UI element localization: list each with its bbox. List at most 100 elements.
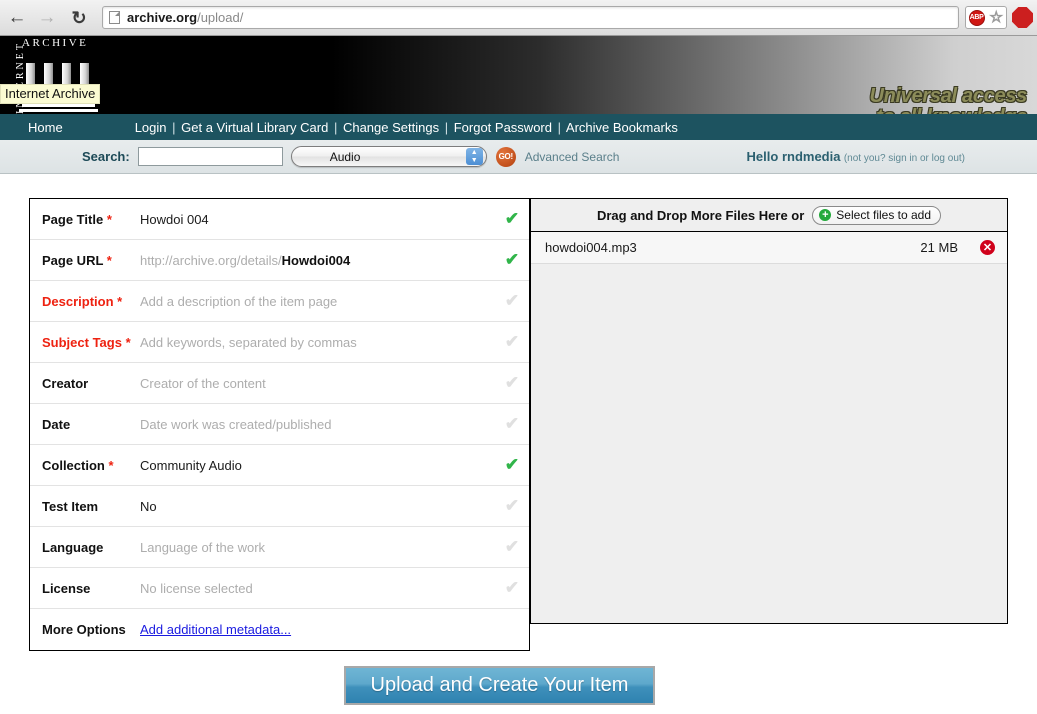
field-value-subject-tags[interactable]: Add keywords, separated by commas (140, 335, 495, 350)
field-label-more-options: More Options (42, 622, 126, 637)
advanced-search-link[interactable]: Advanced Search (525, 150, 620, 164)
field-label-page-title: Page Title * (30, 212, 140, 227)
page-document-icon (109, 11, 120, 24)
search-scope-select[interactable]: Audio ▲ ▼ (290, 146, 487, 167)
valid-check-icon: ✔ (504, 414, 520, 433)
chrome-extension-group: ABP ☆ (964, 6, 1007, 29)
form-row-creator[interactable]: Creator Creator of the content ✔ (30, 363, 529, 404)
form-row-test-item[interactable]: Test Item No ✔ (30, 486, 529, 527)
form-row-page-url[interactable]: Page URL * http://archive.org/details/Ho… (30, 240, 529, 281)
upload-panel[interactable]: Drag and Drop More Files Here or + Selec… (530, 198, 1008, 624)
field-label-test-item: Test Item (42, 498, 99, 514)
field-label-text: Page Title (42, 211, 104, 227)
stop-octagon-icon[interactable] (1012, 7, 1033, 28)
valid-check-icon: ✔ (504, 578, 520, 597)
file-size: 21 MB (920, 240, 958, 255)
form-row-page-title[interactable]: Page Title * Howdoi 004 ✔ (30, 199, 529, 240)
subnav-separator: | (557, 119, 561, 135)
field-value-collection[interactable]: Community Audio (140, 458, 495, 473)
form-row-subject-tags[interactable]: Subject Tags * Add keywords, separated b… (30, 322, 529, 363)
field-value-creator[interactable]: Creator of the content (140, 376, 495, 391)
browser-chrome: ← → ↻ archive.org/upload/ ABP ☆ (0, 0, 1037, 36)
field-label-page-url: Page URL * (30, 253, 140, 268)
subnav-separator: | (172, 119, 176, 135)
field-value-test-item[interactable]: No (140, 499, 495, 514)
valid-check-icon: ✔ (504, 250, 520, 269)
bookmark-star-icon[interactable]: ☆ (989, 10, 1003, 26)
page-url-prefix: http://archive.org/details/ (140, 252, 282, 268)
user-greeting-note[interactable]: (not you? sign in or log out) (844, 153, 965, 164)
file-name: howdoi004.mp3 (545, 240, 637, 255)
subnav-item-forgot-password[interactable]: Forgot Password (454, 120, 552, 135)
search-input[interactable] (137, 147, 283, 166)
site-header: ARCHIVE INTERNET Internet Archive Web Vi… (0, 36, 1037, 114)
form-row-more-options[interactable]: More Options Add additional metadata... (30, 609, 529, 650)
url-path: /upload/ (197, 10, 244, 25)
form-row-collection[interactable]: Collection * Community Audio ✔ (30, 445, 529, 486)
field-value-license[interactable]: No license selected (140, 581, 495, 596)
address-bar[interactable]: archive.org/upload/ (102, 6, 959, 29)
required-star: * (125, 334, 131, 350)
search-scope-value: Audio (329, 149, 361, 164)
logo-base (22, 104, 95, 107)
form-row-description[interactable]: Description * Add a description of the i… (30, 281, 529, 322)
field-label-license: License (42, 580, 91, 596)
subnav-item-change-settings[interactable]: Change Settings (343, 120, 439, 135)
field-label-collection: Collection * (30, 458, 140, 473)
subnav-separator: | (444, 119, 449, 135)
valid-check-icon: ✔ (504, 455, 520, 474)
upload-and-create-button[interactable]: Upload and Create Your Item (344, 666, 655, 705)
field-label-text: Collection (42, 457, 105, 473)
valid-check-icon: ✔ (504, 209, 520, 228)
valid-check-icon: ✔ (504, 537, 520, 556)
field-label-description: Description * (30, 294, 140, 309)
form-row-license[interactable]: License No license selected ✔ (30, 568, 529, 609)
drag-drop-instruction: Drag and Drop More Files Here or (596, 207, 805, 223)
subnav-item-home[interactable]: Home (28, 120, 63, 135)
form-row-language[interactable]: Language Language of the work ✔ (30, 527, 529, 568)
field-value-description[interactable]: Add a description of the item page (140, 294, 495, 309)
remove-file-icon[interactable]: ✕ (980, 240, 995, 255)
field-value-more-options: Add additional metadata... (140, 622, 495, 637)
subnav-item-login[interactable]: Login (135, 120, 167, 135)
back-icon[interactable]: ← (4, 5, 30, 31)
valid-check-icon: ✔ (504, 332, 520, 351)
add-additional-metadata-link[interactable]: Add additional metadata... (140, 622, 291, 637)
field-label-text: Subject Tags (42, 334, 122, 350)
logo-base (19, 109, 98, 112)
field-value-language[interactable]: Language of the work (140, 540, 495, 555)
tagline-line-1: Universal access (869, 85, 1027, 107)
reload-icon[interactable]: ↻ (66, 5, 92, 31)
subnav-item-archive-bookmarks[interactable]: Archive Bookmarks (566, 120, 678, 135)
tagline-line-2: to all knowledge (869, 106, 1027, 114)
file-list-item: howdoi004.mp3 21 MB ✕ (531, 232, 1007, 264)
url-host: archive.org (127, 10, 198, 25)
subnav-item-library-card[interactable]: Get a Virtual Library Card (181, 120, 328, 135)
search-label: Search: (82, 149, 130, 164)
form-row-date[interactable]: Date Date work was created/published ✔ (30, 404, 529, 445)
subnav-links: Login | Get a Virtual Library Card | Cha… (135, 120, 678, 135)
select-files-button[interactable]: + Select files to add (812, 205, 942, 225)
field-value-date[interactable]: Date work was created/published (140, 417, 495, 432)
logo-tooltip: Internet Archive (0, 84, 101, 104)
site-tagline: Universal access to all knowledge (869, 85, 1027, 114)
required-star: * (108, 457, 114, 473)
required-star: * (117, 293, 123, 309)
field-label-text: Page URL (42, 252, 104, 268)
upload-panel-header: Drag and Drop More Files Here or + Selec… (531, 199, 1007, 232)
required-star: * (106, 211, 112, 227)
plus-circle-icon: + (819, 209, 832, 221)
subnav-separator: | (333, 119, 338, 135)
forward-icon[interactable]: → (34, 5, 60, 31)
adblock-icon[interactable]: ABP (968, 9, 985, 26)
valid-check-icon: ✔ (504, 373, 520, 392)
field-value-page-title[interactable]: Howdoi 004 (140, 212, 495, 227)
field-label-creator: Creator (42, 375, 89, 391)
search-bar: Search: Audio ▲ ▼ GO! Advanced Search Hel… (0, 140, 1037, 174)
field-label-subject-tags: Subject Tags * (30, 335, 140, 350)
content-area: Page Title * Howdoi 004 ✔ Page URL * htt… (0, 175, 1037, 714)
sub-nav: Home Login | Get a Virtual Library Card … (0, 114, 1037, 140)
chevron-updown-icon: ▲ ▼ (465, 148, 483, 165)
field-value-page-url[interactable]: http://archive.org/details/Howdoi004 (140, 253, 495, 268)
search-go-button[interactable]: GO! (495, 146, 516, 167)
